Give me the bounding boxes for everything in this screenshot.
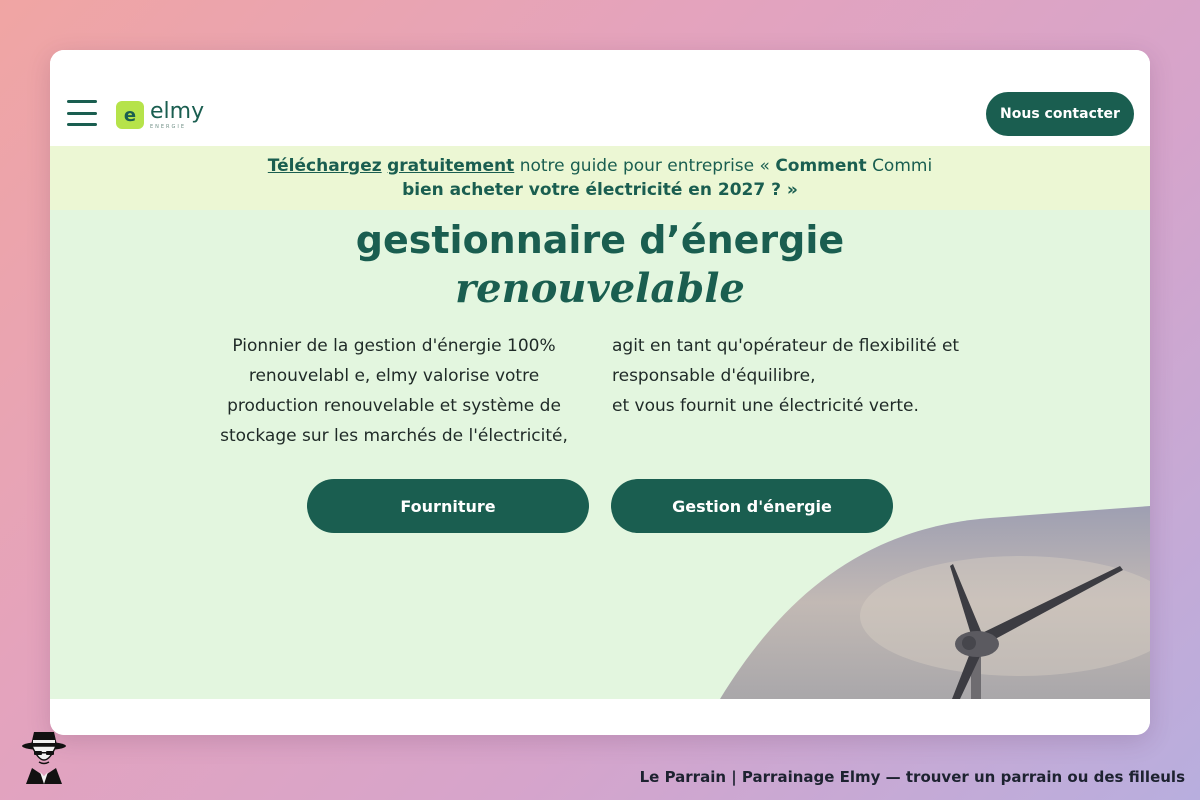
lightbulb-icon: e xyxy=(116,101,144,129)
le-parrain-mascot-icon xyxy=(22,732,66,784)
banner-text: notre guide pour entreprise « xyxy=(519,156,770,176)
menu-icon[interactable] xyxy=(67,100,97,126)
page-caption: Le Parrain | Parrainage Elmy — trouver u… xyxy=(639,768,1185,786)
navbar: e elmy ENERGIE Nous contacter xyxy=(50,50,1150,146)
logo-subtitle: ENERGIE xyxy=(150,123,187,130)
hero-description-right: agit en tant qu'opérateur de flexibilité… xyxy=(612,336,960,416)
banner-text-tail: Commi xyxy=(872,156,933,176)
hero-description-left: Pionnier de la gestion d'énergie 100% re… xyxy=(220,336,568,446)
browser-card: e elmy ENERGIE Nous contacter Télécharge… xyxy=(50,50,1150,735)
contact-button[interactable]: Nous contacter xyxy=(986,92,1134,136)
elmy-logo[interactable]: e elmy ENERGIE xyxy=(116,98,204,132)
fourniture-button[interactable]: Fourniture xyxy=(307,479,589,533)
wind-turbine-image xyxy=(720,506,1150,699)
promo-banner: Téléchargez gratuitement notre guide pou… xyxy=(50,146,1150,210)
banner-bold-text: Comment xyxy=(775,156,867,176)
hero-title-accent: renouvelable xyxy=(455,265,745,312)
hero-section: Téléchargez gratuitement notre guide pou… xyxy=(50,146,1150,699)
footer-strip xyxy=(50,699,1150,735)
banner-line-2: bien acheter votre électricité en 2027 ?… xyxy=(402,180,798,200)
banner-link-free[interactable]: gratuitement xyxy=(387,156,514,176)
banner-link-download[interactable]: Téléchargez xyxy=(268,156,382,176)
hero-title: gestionnaire d’énergie xyxy=(355,218,845,262)
logo-wordmark: elmy xyxy=(150,98,205,124)
